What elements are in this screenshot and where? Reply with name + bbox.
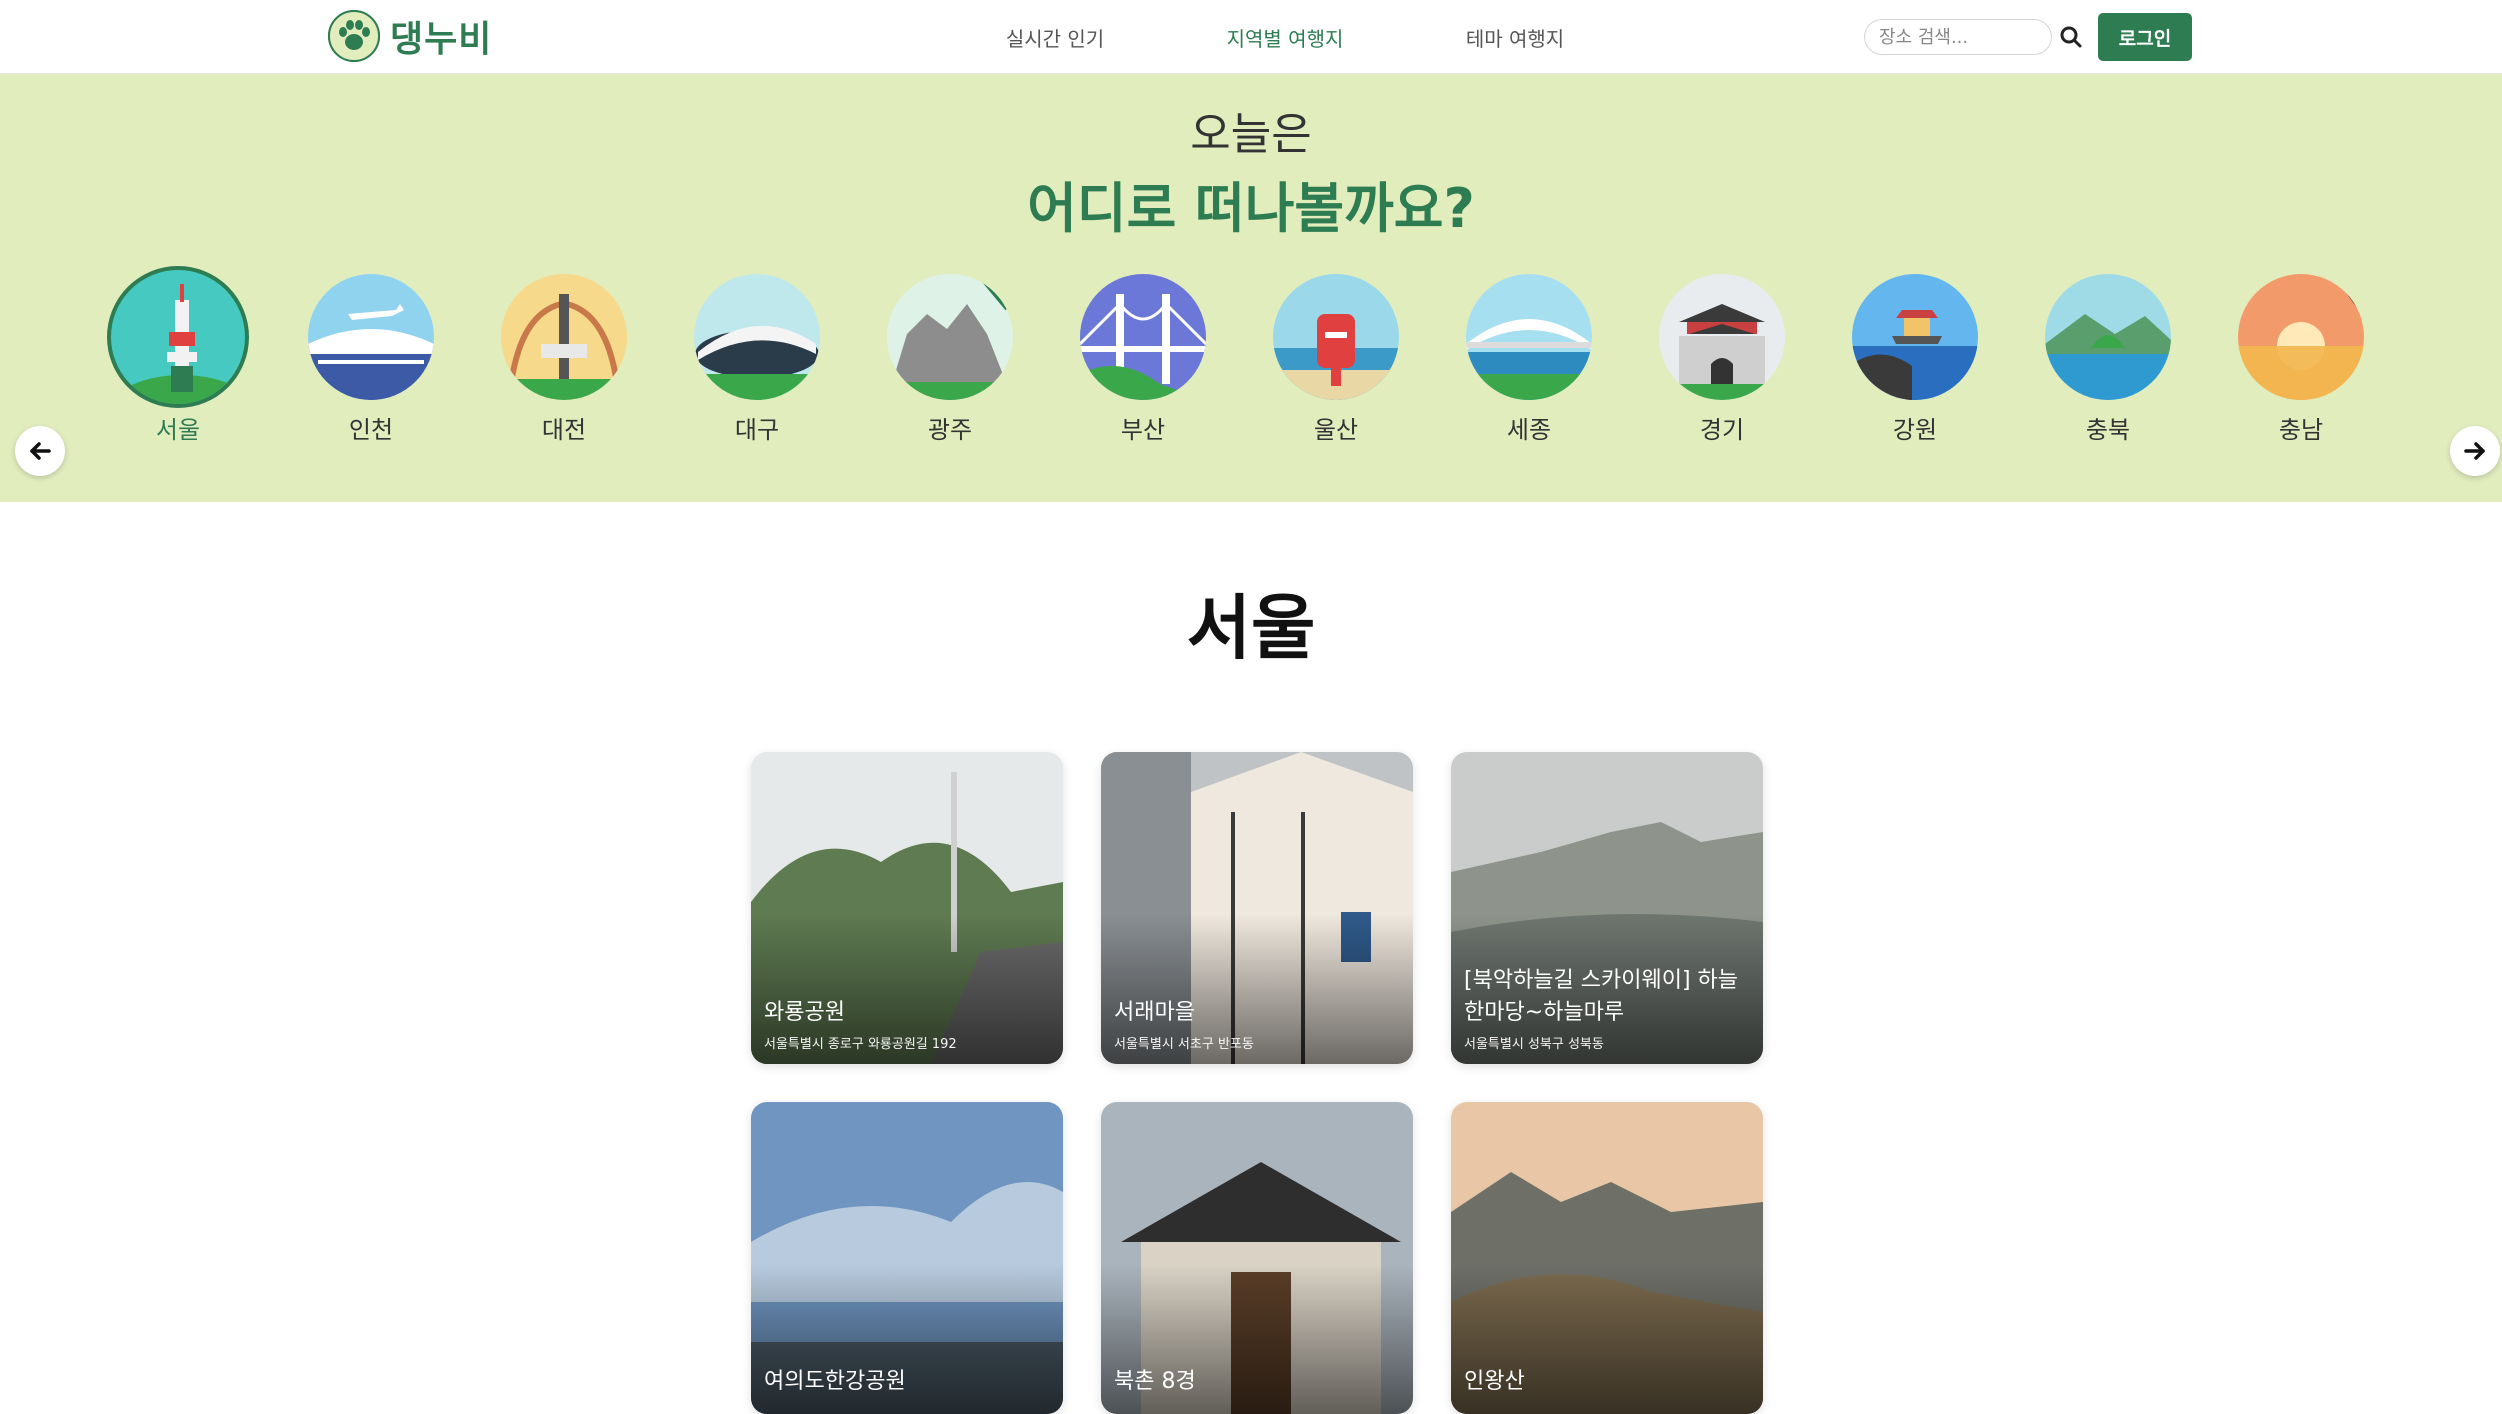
- hero-subtitle: 오늘은: [1190, 109, 1312, 160]
- region-daejeon[interactable]: 대전: [501, 274, 627, 445]
- ulsan-mailbox-icon: [1273, 274, 1399, 400]
- nav-regional-destinations[interactable]: 지역별 여행지: [1170, 23, 1400, 52]
- region-gyeonggi[interactable]: 경기: [1659, 274, 1785, 445]
- selected-region-title: 서울: [1186, 587, 1316, 669]
- card-address: 서울특별시 서초구 반포동: [1114, 1037, 1254, 1052]
- region-chungnam[interactable]: 충남: [2238, 274, 2364, 445]
- place-card[interactable]: 여의도한강공원: [751, 1102, 1063, 1414]
- region-busan[interactable]: 부산: [1080, 274, 1206, 445]
- hero-title: 어디로 떠나볼까요?: [1027, 177, 1475, 240]
- card-text: 여의도한강공원: [764, 1366, 1053, 1402]
- incheon-airport-icon: [308, 274, 434, 400]
- place-card[interactable]: 북촌 8경: [1101, 1102, 1413, 1414]
- carousel-next-button[interactable]: [2450, 426, 2500, 476]
- region-label: 울산: [1313, 416, 1359, 444]
- place-card[interactable]: 인왕산: [1451, 1102, 1763, 1414]
- card-title: [북악하늘길 스카이웨이] 하늘한마당~하늘마루: [1464, 968, 1739, 1025]
- region-daegu[interactable]: 대구: [694, 274, 820, 445]
- region-label: 세종: [1506, 416, 1552, 444]
- region-label: 대전: [541, 416, 587, 444]
- main-nav: 실시간 인기 지역별 여행지 테마 여행지: [940, 0, 1630, 74]
- daegu-stadium-icon: [694, 274, 820, 400]
- card-text: 인왕산: [1464, 1366, 1753, 1402]
- login-button[interactable]: 로그인: [2098, 13, 2192, 61]
- region-label: 충남: [2278, 416, 2324, 444]
- search-input[interactable]: [1864, 19, 2052, 55]
- card-title: 서래마을: [1114, 1000, 1195, 1025]
- card-address: 서울특별시 성북구 성북동: [1464, 1037, 1604, 1052]
- hero-banner: 오늘은 어디로 떠나볼까요? 서울 인천 대전 대구 광주 부산 울산 세종 경…: [0, 74, 2502, 502]
- gwangju-mountain-icon: [887, 274, 1013, 400]
- card-title: 여의도한강공원: [764, 1369, 906, 1394]
- chungbuk-island-icon: [2045, 274, 2171, 400]
- top-header: 댕누비 실시간 인기 지역별 여행지 테마 여행지 로그인: [0, 0, 2502, 74]
- daejeon-tower-icon: [501, 274, 627, 400]
- busan-bridge-icon: [1080, 274, 1206, 400]
- card-title: 북촌 8경: [1114, 1369, 1196, 1394]
- region-sejong[interactable]: 세종: [1466, 274, 1592, 445]
- region-label: 인천: [348, 416, 394, 444]
- card-title: 와룡공원: [764, 1000, 845, 1025]
- region-gwangju[interactable]: 광주: [887, 274, 1013, 445]
- place-card[interactable]: 서래마을 서울특별시 서초구 반포동: [1101, 752, 1413, 1064]
- nav-theme-destinations[interactable]: 테마 여행지: [1400, 23, 1630, 52]
- nav-realtime-popular[interactable]: 실시간 인기: [940, 23, 1170, 52]
- card-text: 서래마을 서울특별시 서초구 반포동: [1114, 997, 1403, 1052]
- search-icon[interactable]: [2057, 23, 2085, 51]
- card-text: 와룡공원 서울특별시 종로구 와룡공원길 192: [764, 997, 1053, 1052]
- region-ulsan[interactable]: 울산: [1273, 274, 1399, 445]
- card-text: 북촌 8경: [1114, 1366, 1403, 1402]
- chungnam-sunset-icon: [2238, 274, 2364, 400]
- card-text: [북악하늘길 스카이웨이] 하늘한마당~하늘마루 서울특별시 성북구 성북동: [1464, 965, 1753, 1052]
- logo-text: 댕누비: [390, 19, 493, 60]
- region-label: 강원: [1892, 416, 1938, 444]
- arrow-left-icon: [30, 442, 51, 460]
- region-label: 충북: [2085, 416, 2131, 444]
- carousel-prev-button[interactable]: [15, 426, 65, 476]
- arrow-right-icon: [2464, 442, 2485, 460]
- card-title: 인왕산: [1464, 1369, 1525, 1394]
- region-seoul[interactable]: 서울: [107, 266, 249, 445]
- paw-logo-icon: [328, 10, 380, 62]
- gangwon-pavilion-icon: [1852, 274, 1978, 400]
- seoul-tower-icon: [107, 266, 249, 408]
- region-label: 광주: [927, 416, 973, 444]
- card-address: 서울특별시 종로구 와룡공원길 192: [764, 1037, 957, 1052]
- region-chungbuk[interactable]: 충북: [2045, 274, 2171, 445]
- region-label: 부산: [1120, 416, 1166, 444]
- sejong-bridge-icon: [1466, 274, 1592, 400]
- logo[interactable]: 댕누비: [328, 10, 492, 62]
- region-label: 대구: [734, 416, 780, 444]
- place-card[interactable]: 와룡공원 서울특별시 종로구 와룡공원길 192: [751, 752, 1063, 1064]
- place-card[interactable]: [북악하늘길 스카이웨이] 하늘한마당~하늘마루 서울특별시 성북구 성북동: [1451, 752, 1763, 1064]
- gyeonggi-fortress-icon: [1659, 274, 1785, 400]
- region-incheon[interactable]: 인천: [308, 274, 434, 445]
- region-label: 서울: [155, 416, 201, 444]
- region-gangwon[interactable]: 강원: [1852, 274, 1978, 445]
- region-label: 경기: [1699, 416, 1745, 444]
